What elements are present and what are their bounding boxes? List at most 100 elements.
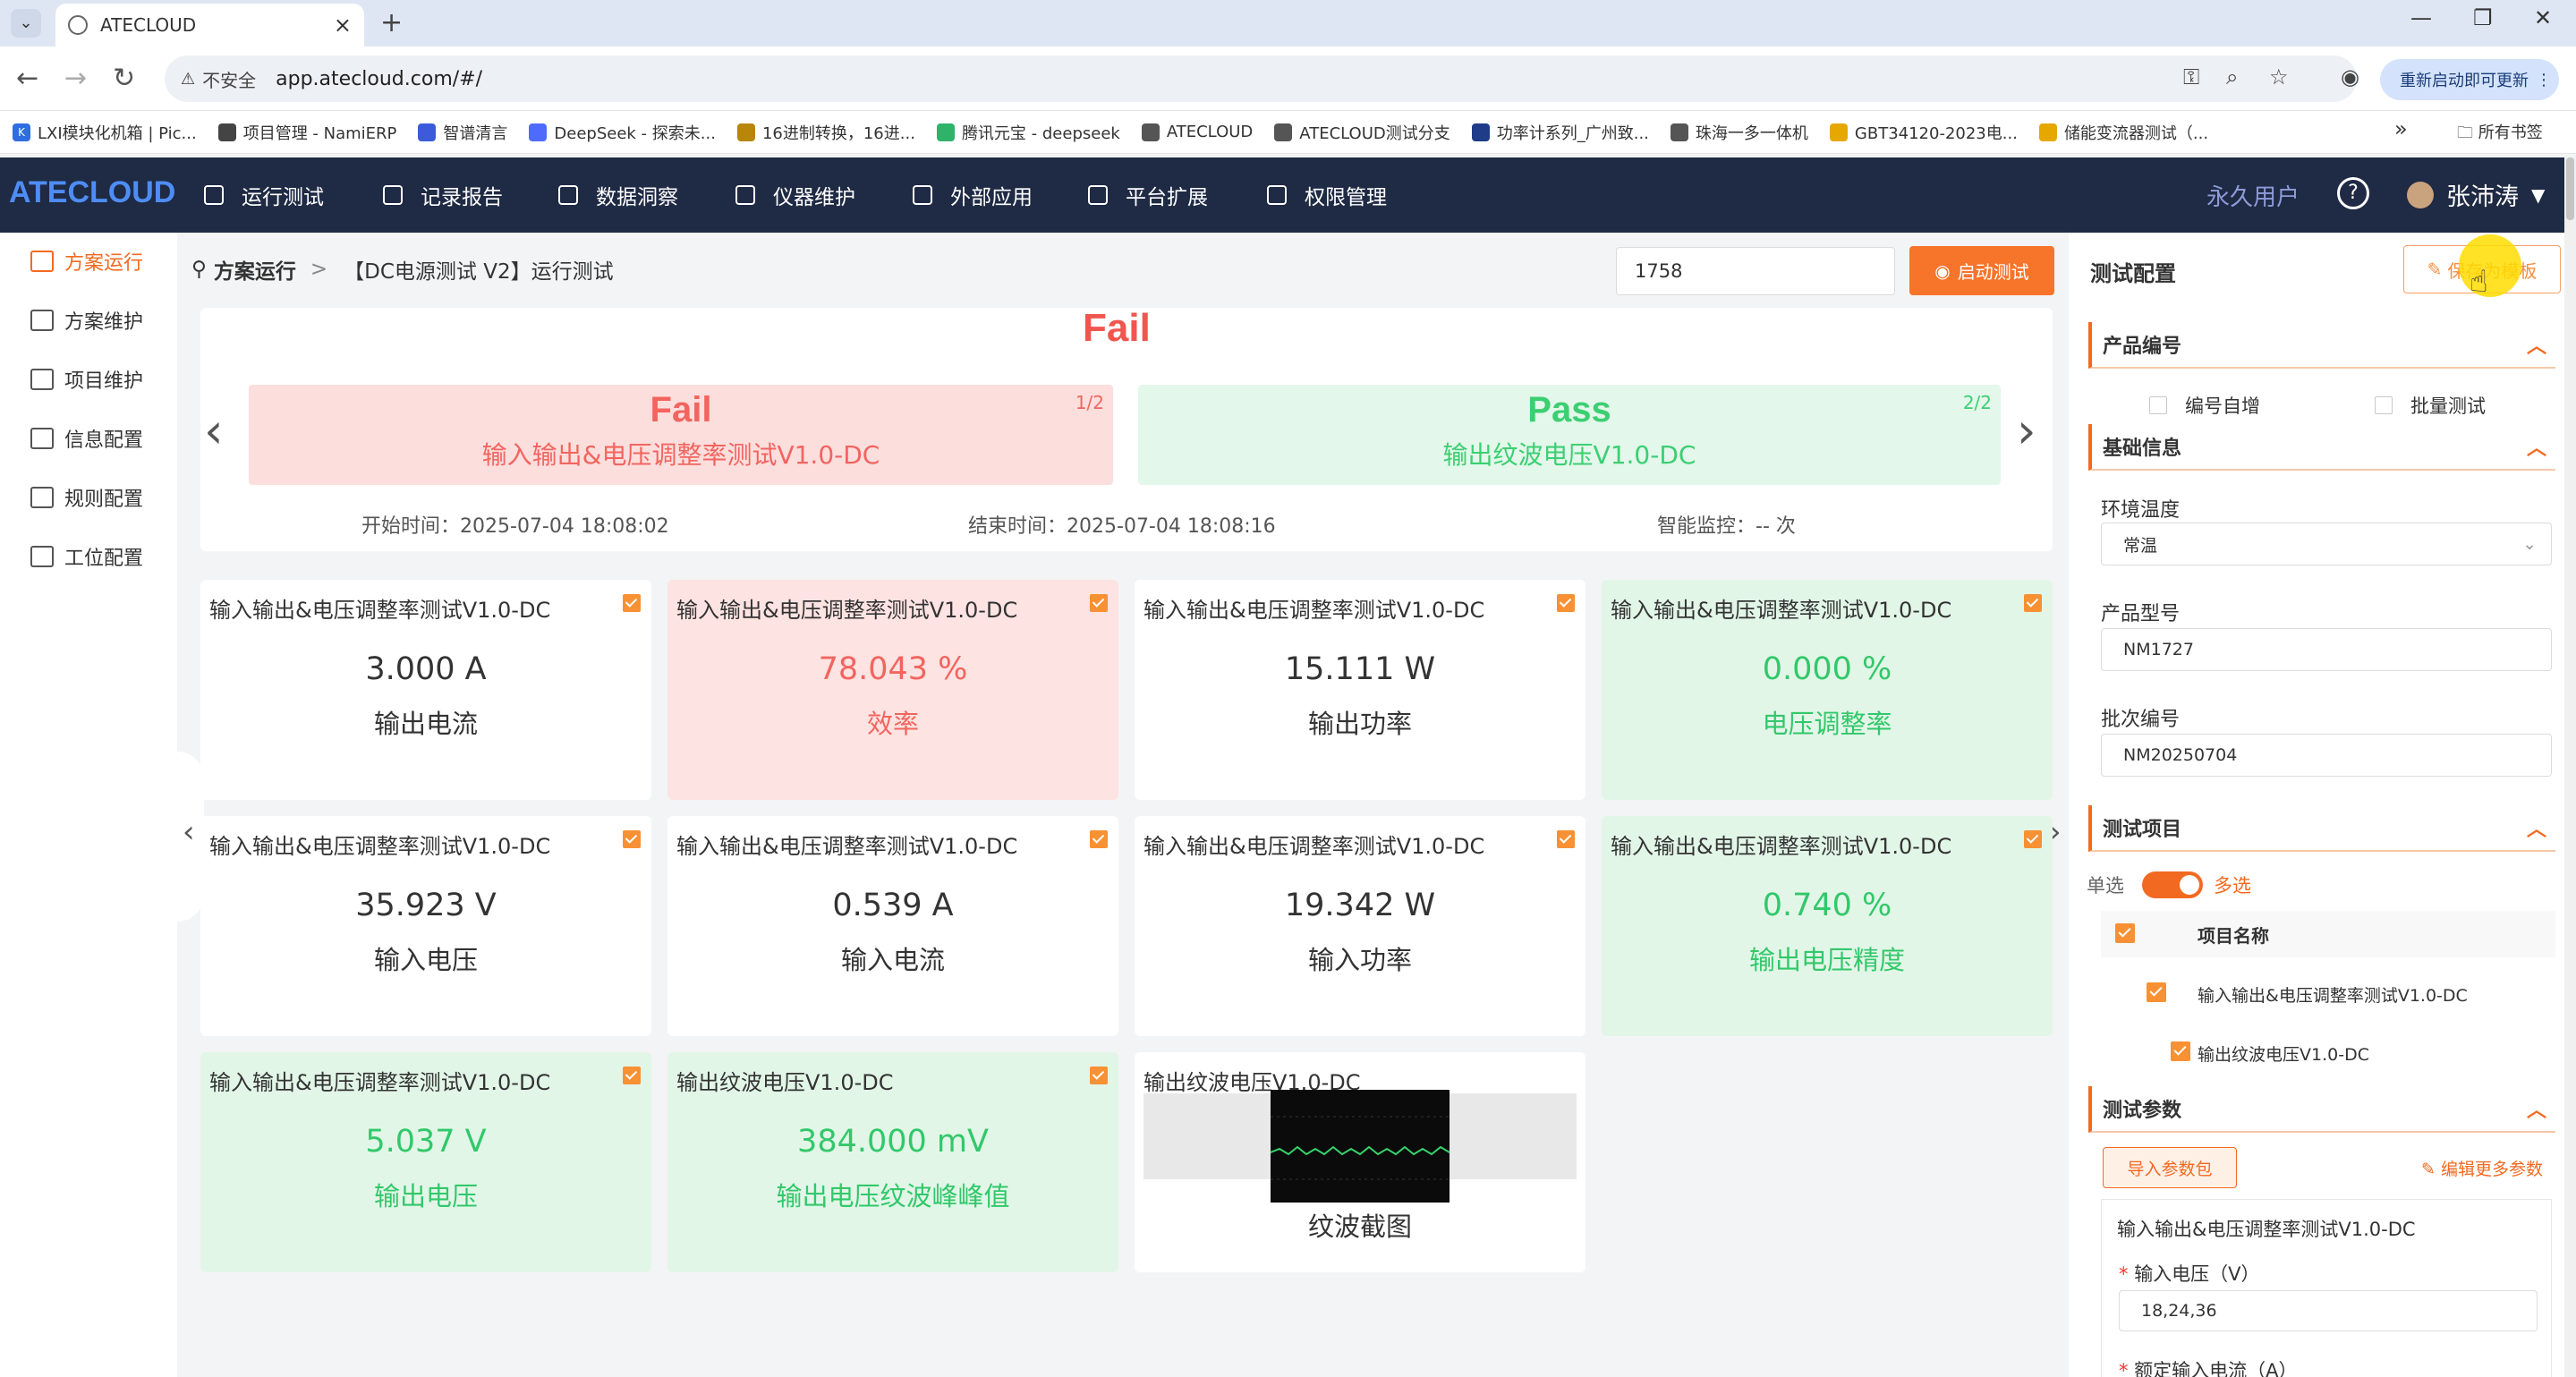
star-icon[interactable]: ☆ bbox=[2269, 64, 2289, 89]
omnibox[interactable]: ⚠ 不安全 app.atecloud.com/#/ bbox=[165, 55, 2357, 102]
reload-icon[interactable]: ↻ bbox=[113, 63, 135, 94]
update-button[interactable]: 重新启动即可更新 ⋮ bbox=[2380, 59, 2559, 100]
nav-records[interactable]: 记录报告 bbox=[383, 175, 503, 215]
all-bookmarks[interactable]: 🗀 所有书签 bbox=[2457, 120, 2543, 149]
sidebar-item-station[interactable]: 工位配置 bbox=[0, 530, 177, 583]
breadcrumb-root[interactable]: 方案运行 bbox=[214, 254, 296, 285]
input-voltage-field[interactable]: 18,24,36 bbox=[2119, 1290, 2538, 1331]
bookmark[interactable]: 16进制转换，16进... bbox=[736, 121, 915, 144]
import-params-button[interactable]: 导入参数包 bbox=[2103, 1147, 2237, 1188]
metric-card[interactable]: 输出纹波电压V1.0-DC 384.000 mV 输出电压纹波峰峰值 bbox=[667, 1052, 1118, 1272]
ripple-waveform-image[interactable] bbox=[1271, 1090, 1450, 1203]
section-test-params[interactable]: 测试参数 ︿ bbox=[2088, 1086, 2555, 1133]
metric-card[interactable]: 输入输出&电压调整率测试V1.0-DC 35.923 V 输入电压 bbox=[200, 816, 651, 1036]
back-icon[interactable]: ← bbox=[16, 63, 38, 94]
param-group-title: 输入输出&电压调整率测试V1.0-DC bbox=[2117, 1219, 2416, 1240]
minimize-icon[interactable]: — bbox=[2410, 5, 2432, 30]
page-scrollbar[interactable] bbox=[2564, 157, 2576, 1377]
nav-platform-ext[interactable]: 平台扩展 bbox=[1088, 175, 1208, 215]
metric-card[interactable]: 输入输出&电压调整率测试V1.0-DC 5.037 V 输出电压 bbox=[200, 1052, 651, 1272]
section-test-items[interactable]: 测试项目 ︿ bbox=[2088, 805, 2555, 852]
serial-number-input[interactable]: 1758 bbox=[1616, 247, 1895, 295]
card-checkbox[interactable] bbox=[623, 594, 641, 612]
ripple-image-card[interactable]: 输出纹波电压V1.0-DC 纹波截图 bbox=[1135, 1052, 1586, 1272]
card-checkbox[interactable] bbox=[1557, 594, 1575, 612]
item-checkbox[interactable] bbox=[2147, 982, 2167, 1002]
card-checkbox[interactable] bbox=[1557, 830, 1575, 848]
sidebar-item-maintain[interactable]: 方案维护 bbox=[0, 293, 177, 347]
card-checkbox[interactable] bbox=[2024, 830, 2042, 848]
sidebar-item-project[interactable]: 项目维护 bbox=[0, 353, 177, 406]
key-icon[interactable]: ⚿ bbox=[2183, 64, 2199, 89]
card-checkbox[interactable] bbox=[2024, 594, 2042, 612]
nav-external-apps[interactable]: 外部应用 bbox=[913, 175, 1033, 215]
zoom-icon[interactable]: ⌕ bbox=[2226, 64, 2238, 89]
result-item-pass[interactable]: Pass 输出纹波电压V1.0-DC 2/2 bbox=[1138, 385, 2001, 485]
sidebar-item-run[interactable]: 方案运行 bbox=[0, 234, 177, 288]
start-test-button[interactable]: ◉ 启动测试 bbox=[1909, 246, 2054, 295]
restore-icon[interactable]: ❐ bbox=[2473, 5, 2493, 30]
metric-card[interactable]: 输入输出&电压调整率测试V1.0-DC 0.000 % 电压调整率 bbox=[1602, 580, 2053, 800]
batch-test-checkbox[interactable]: 批量测试 bbox=[2375, 392, 2486, 419]
card-checkbox[interactable] bbox=[1090, 594, 1108, 612]
select-all-checkbox[interactable] bbox=[2115, 923, 2135, 943]
help-icon[interactable]: ? bbox=[2337, 177, 2369, 209]
sidebar-item-info[interactable]: 信息配置 bbox=[0, 412, 177, 465]
metric-card[interactable]: 输入输出&电压调整率测试V1.0-DC 0.740 % 输出电压精度 bbox=[1602, 816, 2053, 1036]
bookmark[interactable]: 功率计系列_广州致... bbox=[1471, 121, 1649, 144]
item-checkbox[interactable] bbox=[2171, 1041, 2191, 1061]
model-input[interactable]: NM1727 bbox=[2101, 628, 2552, 671]
next-arrow-icon[interactable]: › bbox=[2017, 403, 2036, 459]
nav-run-test[interactable]: 运行测试 bbox=[204, 175, 324, 215]
bookmark[interactable]: 腾讯元宝 - deepseek bbox=[936, 121, 1120, 144]
metric-card[interactable]: 输入输出&电压调整率测试V1.0-DC 78.043 % 效率 bbox=[667, 580, 1118, 800]
bookmark[interactable]: ATECLOUD测试分支 bbox=[1274, 121, 1450, 144]
close-window-icon[interactable]: ✕ bbox=[2534, 5, 2552, 30]
auto-increment-checkbox[interactable]: 编号自增 bbox=[2149, 392, 2260, 419]
env-temp-select[interactable]: 常温 ⌄ bbox=[2101, 523, 2552, 565]
scrollbar-thumb[interactable] bbox=[2566, 157, 2574, 220]
extension-icon[interactable]: ◉ bbox=[2341, 64, 2359, 89]
bookmark[interactable]: 珠海一多一体机 bbox=[1670, 121, 1808, 144]
close-tab-icon[interactable]: × bbox=[334, 13, 352, 38]
card-checkbox[interactable] bbox=[1090, 830, 1108, 848]
metric-card[interactable]: 输入输出&电压调整率测试V1.0-DC 3.000 A 输出电流 bbox=[200, 580, 651, 800]
url-text[interactable]: app.atecloud.com/#/ bbox=[276, 68, 482, 90]
result-page: 1/2 bbox=[1075, 392, 1104, 413]
new-tab-button[interactable]: + bbox=[380, 7, 403, 38]
metric-card[interactable]: 输入输出&电压调整率测试V1.0-DC 0.539 A 输入电流 bbox=[667, 816, 1118, 1036]
batch-input[interactable]: NM20250704 bbox=[2101, 734, 2552, 777]
result-item-fail[interactable]: Fail 输入输出&电压调整率测试V1.0-DC 1/2 bbox=[249, 385, 1113, 485]
select-mode-toggle[interactable] bbox=[2142, 871, 2203, 898]
more-bookmarks-icon[interactable]: » bbox=[2394, 116, 2408, 141]
checkbox[interactable] bbox=[2375, 396, 2393, 414]
grid-prev-icon[interactable]: ‹ bbox=[183, 814, 195, 850]
bookmark[interactable]: 储能变流器测试（... bbox=[2038, 121, 2208, 144]
metric-card[interactable]: 输入输出&电压调整率测试V1.0-DC 19.342 W 输入功率 bbox=[1135, 816, 1586, 1036]
card-checkbox[interactable] bbox=[623, 1067, 641, 1084]
bookmark[interactable]: ATECLOUD bbox=[1141, 123, 1253, 141]
bookmark[interactable]: GBT34120-2023电... bbox=[1829, 121, 2018, 144]
metric-card[interactable]: 输入输出&电压调整率测试V1.0-DC 15.111 W 输出功率 bbox=[1135, 580, 1586, 800]
bookmark[interactable]: 项目管理 - NamiERP bbox=[217, 121, 396, 144]
nav-permissions[interactable]: 权限管理 bbox=[1267, 175, 1387, 215]
edit-more-params-link[interactable]: ✎ 编辑更多参数 bbox=[2421, 1156, 2543, 1180]
section-basic-info[interactable]: 基础信息 ︿ bbox=[2088, 424, 2555, 471]
browser-tab[interactable]: ATECLOUD × bbox=[55, 4, 364, 47]
sidebar-item-rules[interactable]: 规则配置 bbox=[0, 471, 177, 524]
bookmark[interactable]: K LXI模块化机箱 | Pic... bbox=[13, 121, 197, 144]
nav-instruments[interactable]: 仪器维护 bbox=[735, 175, 855, 215]
card-checkbox[interactable] bbox=[623, 830, 641, 848]
section-product-sn[interactable]: 产品编号 ︿ bbox=[2088, 322, 2555, 369]
card-checkbox[interactable] bbox=[1090, 1067, 1108, 1084]
bookmark[interactable]: 智谱清言 bbox=[418, 121, 507, 144]
bookmark[interactable]: DeepSeek - 探索未... bbox=[529, 121, 716, 144]
nav-insight[interactable]: 数据洞察 bbox=[558, 175, 678, 215]
prev-arrow-icon[interactable]: ‹ bbox=[204, 403, 224, 459]
security-label[interactable]: 不安全 bbox=[202, 66, 256, 92]
user-menu[interactable]: 张沛涛 ▼ bbox=[2407, 177, 2545, 212]
checkbox[interactable] bbox=[2149, 396, 2167, 414]
tab-search-button[interactable]: ⌄ bbox=[11, 9, 41, 38]
card-title: 输入输出&电压调整率测试V1.0-DC bbox=[1611, 598, 1952, 623]
forward-icon[interactable]: → bbox=[64, 63, 87, 94]
